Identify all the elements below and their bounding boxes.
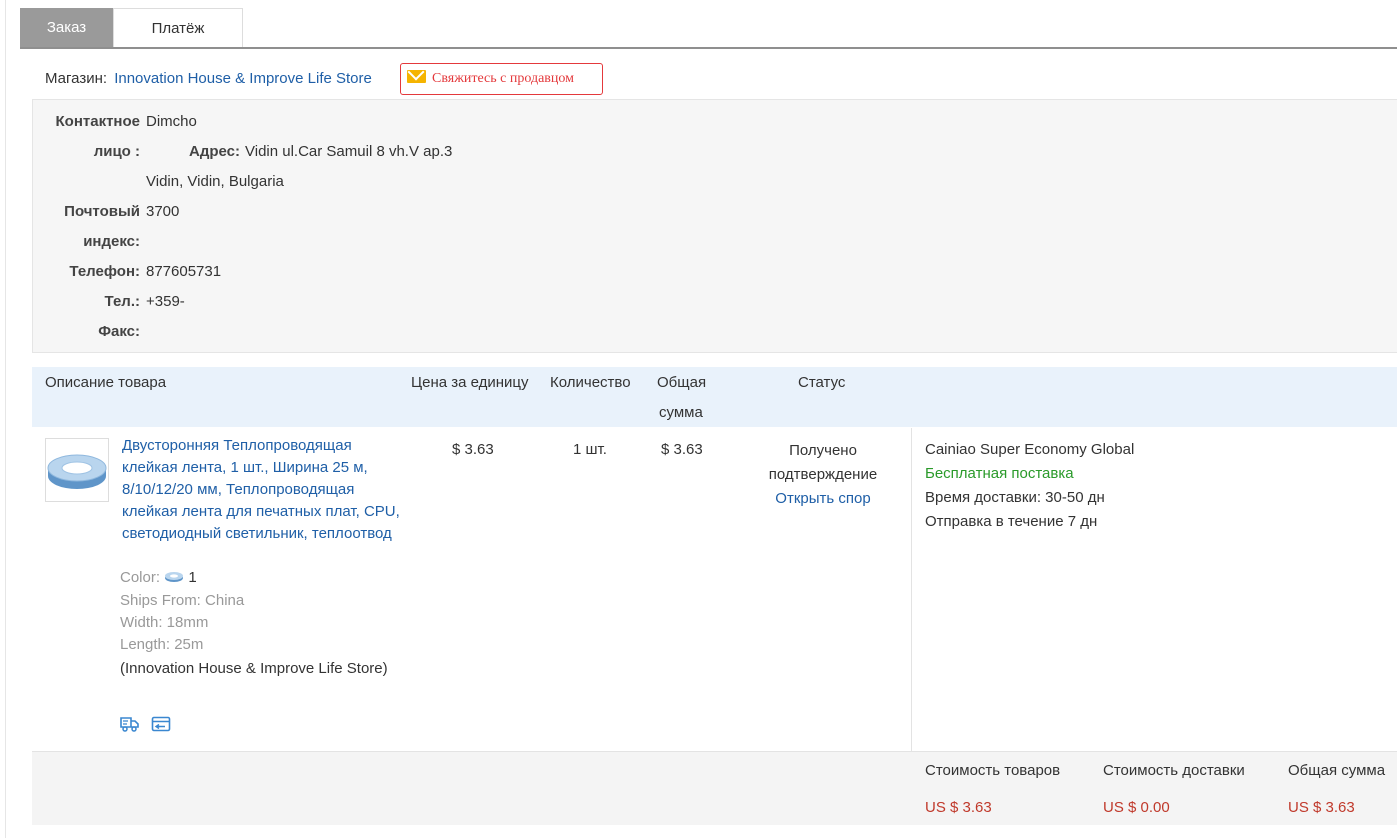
page-left-border (5, 0, 6, 838)
envelope-icon (407, 70, 426, 83)
shipping-address-panel (32, 99, 1397, 353)
order-status: Получено подтверждение Открыть спор (752, 439, 894, 511)
order-total-label: Общая сумма (1288, 762, 1386, 779)
address-label: Адрес: (189, 143, 240, 160)
order-total-value: US $ 3.63 (1288, 799, 1355, 816)
product-store-note: (Innovation House & Improve Life Store) (120, 660, 388, 677)
product-width: Width: 18mm (120, 614, 209, 631)
phone-label: Телефон: (69, 263, 140, 280)
return-card-icon[interactable] (151, 715, 171, 733)
header-total-line2: сумма (659, 404, 703, 421)
shipping-divider (911, 428, 912, 751)
address-line-2: Vidin, Vidin, Bulgaria (146, 173, 284, 190)
store-row: Магазин: Innovation House & Improve Life… (45, 66, 372, 94)
color-label: Color: (120, 569, 161, 586)
header-status: Статус (798, 374, 846, 391)
contact-person-value: Dimcho (146, 113, 197, 130)
product-quantity: 1 шт. (573, 441, 607, 458)
product-table-header (32, 367, 1397, 427)
tab-payment[interactable]: Платёж (113, 8, 243, 48)
goods-cost-label: Стоимость товаров (925, 762, 1061, 779)
open-dispute-link[interactable]: Открыть спор (752, 487, 894, 511)
product-thumbnail[interactable] (45, 438, 109, 502)
status-line-1: Получено (789, 442, 857, 459)
color-value: 1 (188, 569, 197, 586)
product-unit-price: $ 3.63 (452, 441, 494, 458)
product-title-link[interactable]: Двусторонняя Теплопроводящая клейкая лен… (122, 435, 402, 545)
free-shipping-label: Бесплатная поставка (925, 465, 1074, 482)
color-swatch-icon (165, 572, 184, 582)
dispatch-time: Отправка в течение 7 дн (925, 513, 1098, 530)
status-line-2: подтверждение (768, 466, 878, 483)
header-unit-price: Цена за единицу (411, 374, 529, 391)
fax-label: Факс: (98, 323, 140, 340)
contact-person-label-line1: Контактное (55, 113, 141, 130)
tabs-underline (20, 47, 1397, 49)
contact-person-label-line2: лицо : (93, 143, 140, 160)
tel-value: +359- (146, 293, 185, 310)
contact-seller-label: Свяжитесь с продавцом (432, 71, 574, 86)
zip-label-line1: Почтовый (64, 203, 140, 220)
shipping-cost-value: US $ 0.00 (1103, 799, 1170, 816)
zip-value: 3700 (146, 203, 180, 220)
address-line-1: Vidin ul.Car Samuil 8 vh.V ap.3 (245, 143, 453, 160)
header-total-line1: Общая (657, 374, 707, 391)
zip-label-line2: индекс: (83, 233, 140, 250)
store-name-link[interactable]: Innovation House & Improve Life Store (114, 70, 372, 87)
product-ships-from: Ships From: China (120, 592, 245, 609)
phone-value: 877605731 (146, 263, 222, 280)
delivery-truck-icon[interactable] (120, 715, 140, 733)
shipping-cost-label: Стоимость доставки (1103, 762, 1245, 779)
tape-roll-image (47, 454, 107, 489)
store-label: Магазин: (45, 70, 108, 87)
product-color-attr: Color: 1 (120, 567, 197, 589)
header-description: Описание товара (45, 374, 167, 391)
delivery-time: Время доставки: 30-50 дн (925, 489, 1105, 506)
tel-label: Тел.: (104, 293, 140, 310)
contact-seller-button[interactable]: Свяжитесь с продавцом (400, 63, 603, 95)
order-tabs: Заказ Платёж (20, 8, 1397, 48)
shipping-method: Cainiao Super Economy Global (925, 441, 1135, 458)
header-quantity: Количество (550, 374, 631, 391)
product-length: Length: 25m (120, 636, 204, 653)
product-total: $ 3.63 (661, 441, 703, 458)
goods-cost-value: US $ 3.63 (925, 799, 992, 816)
tab-order[interactable]: Заказ (20, 8, 113, 48)
